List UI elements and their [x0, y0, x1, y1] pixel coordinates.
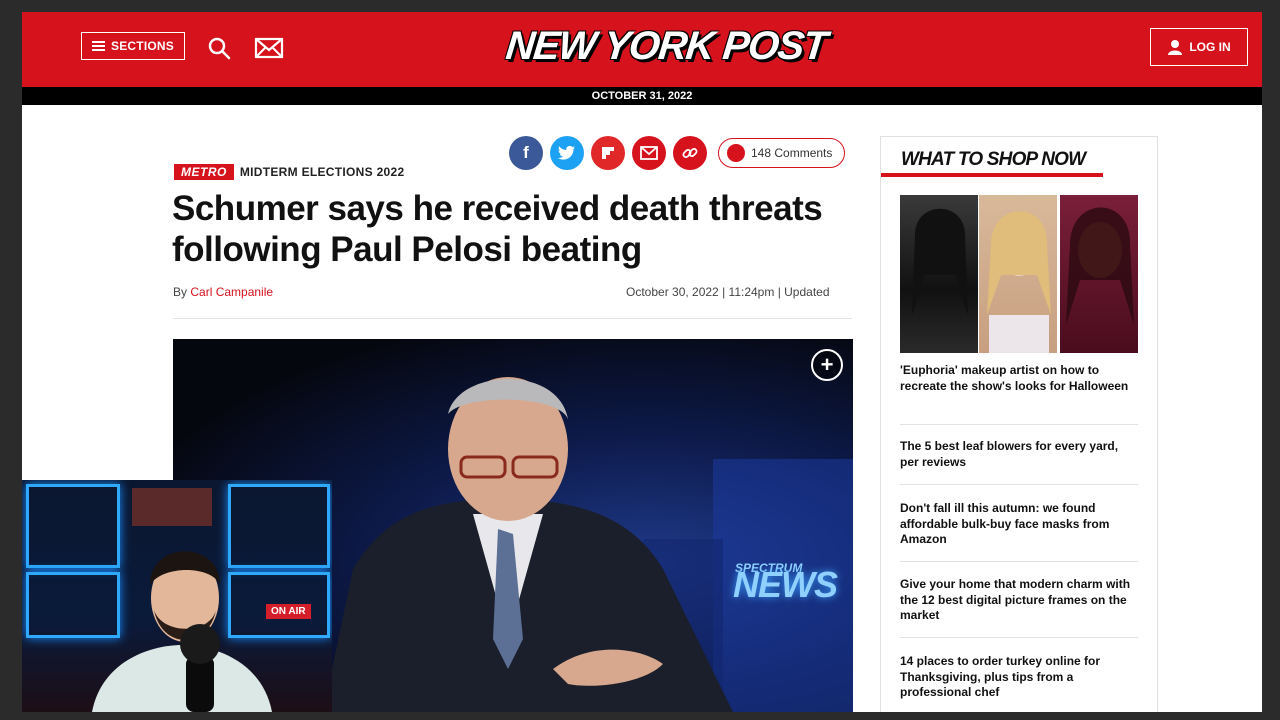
hamburger-icon: [92, 39, 106, 53]
thumbnail-image[interactable]: [1060, 195, 1138, 353]
flag-decoration: [132, 488, 212, 526]
dateline: October 30, 2022 | 11:24pm | Updated: [626, 285, 830, 299]
facebook-icon[interactable]: f: [509, 136, 543, 170]
streamer-person: [92, 551, 272, 712]
byline-prefix: By: [173, 285, 188, 299]
article-headline: Schumer says he received death threats f…: [172, 189, 823, 269]
comments-count: 148 Comments: [751, 146, 833, 160]
date-bar: OCTOBER 31, 2022: [22, 87, 1262, 105]
flipboard-icon[interactable]: [591, 136, 625, 170]
updated-label: Updated: [784, 285, 830, 299]
thumbnail-image[interactable]: [979, 195, 1057, 353]
user-icon: [1168, 40, 1183, 55]
sidebar-divider: [900, 424, 1138, 425]
author-link[interactable]: Carl Campanile: [190, 285, 273, 299]
comment-bubble-icon: [727, 144, 745, 162]
email-share-icon[interactable]: [632, 136, 666, 170]
browser-page: SECTIONS NEW YORK POST LOG IN OCTOBER 31…: [22, 12, 1262, 712]
search-icon[interactable]: [207, 36, 231, 60]
sidebar-article-link[interactable]: The 5 best leaf blowers for every yard, …: [900, 439, 1138, 470]
sections-label: SECTIONS: [111, 39, 174, 53]
metro-tag[interactable]: METRO: [174, 164, 234, 180]
twitter-icon[interactable]: [550, 136, 584, 170]
site-header: SECTIONS NEW YORK POST LOG IN: [22, 12, 1262, 87]
section-link[interactable]: MIDTERM ELECTIONS 2022: [240, 165, 405, 179]
article-kicker: METRO MIDTERM ELECTIONS 2022: [174, 164, 404, 180]
comments-button[interactable]: 148 Comments: [718, 138, 846, 168]
site-logo[interactable]: NEW YORK POST: [493, 20, 838, 72]
shop-sidebar: WHAT TO SHOP NOW 'Euphoria' makeup artis…: [880, 136, 1158, 712]
publish-date: October 30, 2022: [626, 285, 719, 299]
thumbnail-image[interactable]: [900, 195, 978, 353]
sidebar-article-link[interactable]: 14 places to order turkey online for Tha…: [900, 654, 1138, 701]
expand-image-button[interactable]: +: [811, 349, 843, 381]
login-label: LOG IN: [1189, 40, 1231, 54]
sidebar-title: WHAT TO SHOP NOW: [901, 149, 1086, 170]
sidebar-divider: [900, 637, 1138, 638]
webcam-overlay: ON AIR: [22, 480, 332, 712]
login-button[interactable]: LOG IN: [1150, 28, 1248, 66]
publish-time: 11:24pm: [728, 285, 775, 299]
sidebar-title-rule: [881, 173, 1103, 177]
news-sign: NEWS: [733, 564, 838, 605]
sidebar-divider: [900, 561, 1138, 562]
sidebar-divider: [900, 484, 1138, 485]
divider: [173, 318, 852, 319]
sidebar-article-link[interactable]: 'Euphoria' makeup artist on how to recre…: [900, 363, 1138, 394]
sections-button[interactable]: SECTIONS: [81, 32, 185, 60]
mail-icon[interactable]: [254, 36, 284, 60]
byline: By Carl Campanile: [173, 285, 273, 299]
link-icon[interactable]: [673, 136, 707, 170]
sidebar-article-link[interactable]: Don't fall ill this autumn: we found aff…: [900, 501, 1138, 548]
share-toolbar: f 148 Comments: [509, 136, 846, 170]
sidebar-article-link[interactable]: Give your home that modern charm with th…: [900, 577, 1138, 624]
